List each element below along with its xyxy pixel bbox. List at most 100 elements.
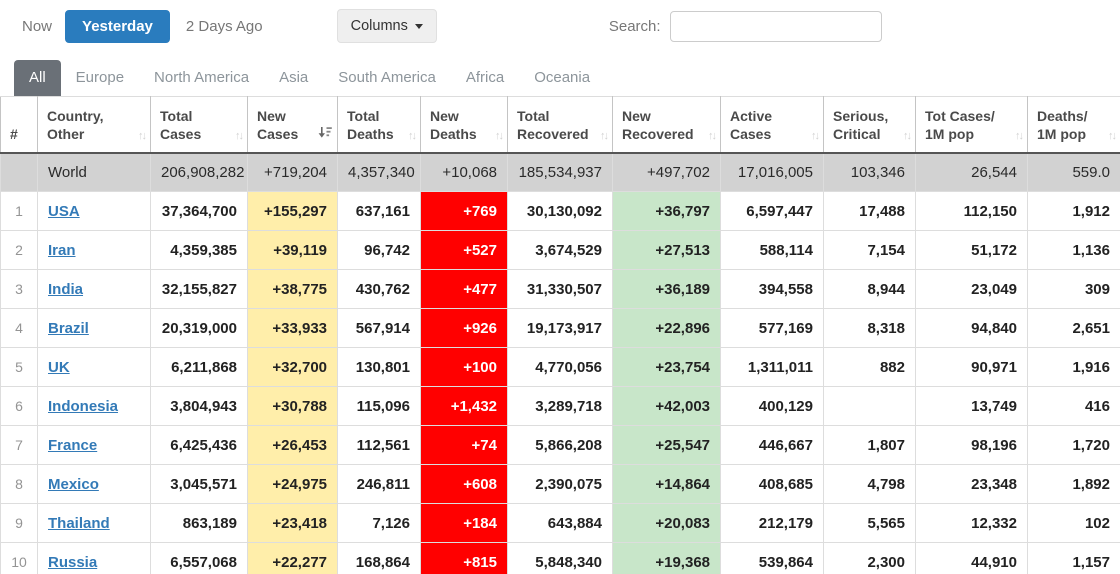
sort-both-icon: ↑↓ (1108, 129, 1117, 142)
cell-new_deaths: +926 (420, 308, 508, 348)
cell-rank: 3 (0, 269, 38, 309)
column-header-tot_cases_1m[interactable]: Tot Cases/1M pop ↑↓ (915, 96, 1028, 154)
cell-tot_cases_1m: 44,910 (915, 542, 1028, 574)
cell-new_cases: +24,975 (247, 464, 338, 504)
table-row: 9 Thailand 863,189 +23,418 7,126 +184 643,884 +… (0, 503, 1120, 543)
column-header-total_cases[interactable]: Total Cases ↑↓ (150, 96, 248, 154)
cell-deaths_1m: 2,651 (1027, 308, 1120, 348)
cell-total_cases: 6,425,436 (150, 425, 248, 465)
cell-new_deaths: +815 (420, 542, 508, 574)
cell-serious_critical: 2,300 (823, 542, 916, 574)
cell-total_deaths: 96,742 (337, 230, 421, 270)
cell-new_deaths: +608 (420, 464, 508, 504)
tab-north-america[interactable]: North America (139, 60, 264, 96)
cell-tot_cases_1m: 23,348 (915, 464, 1028, 504)
column-header-total_deaths[interactable]: Total Deaths ↑↓ (337, 96, 421, 154)
cell-country: India (37, 269, 151, 309)
cell-total_deaths: 430,762 (337, 269, 421, 309)
column-header-serious_critical[interactable]: Serious, Critical ↑↓ (823, 96, 916, 154)
tab-asia[interactable]: Asia (264, 60, 323, 96)
column-header-active_cases[interactable]: Active Cases ↑↓ (720, 96, 824, 154)
column-header-total_recovered[interactable]: Total Recovered ↑↓ (507, 96, 613, 154)
cell-total_deaths: 637,161 (337, 191, 421, 231)
cell-deaths_1m: 1,916 (1027, 347, 1120, 387)
cell-total_recovered: 5,866,208 (507, 425, 613, 465)
column-header-new_cases[interactable]: New Cases (247, 96, 338, 154)
cell-new_cases: +23,418 (247, 503, 338, 543)
cell-serious_critical: 882 (823, 347, 916, 387)
cell-total_cases: 3,045,571 (150, 464, 248, 504)
cell-total_cases: 206,908,282 (150, 152, 248, 192)
column-header-deaths_1m[interactable]: Deaths/1M pop ↑↓ (1027, 96, 1120, 154)
cell-country: Indonesia (37, 386, 151, 426)
cell-active_cases: 6,597,447 (720, 191, 824, 231)
cell-new_recovered: +14,864 (612, 464, 721, 504)
column-header-label: Active Cases (730, 107, 773, 142)
time-filter-2-days-ago-button[interactable]: 2 Days Ago (176, 11, 273, 42)
column-header-new_deaths[interactable]: New Deaths ↑↓ (420, 96, 508, 154)
tab-europe[interactable]: Europe (61, 60, 139, 96)
time-filter-yesterday-button[interactable]: Yesterday (65, 9, 170, 43)
cell-deaths_1m: 309 (1027, 269, 1120, 309)
cell-total_deaths: 7,126 (337, 503, 421, 543)
cell-total_deaths: 130,801 (337, 347, 421, 387)
country-link[interactable]: Indonesia (48, 398, 118, 415)
world-row: World 206,908,282 +719,204 4,357,340 +10,068… (0, 152, 1120, 192)
cell-new_recovered: +42,003 (612, 386, 721, 426)
country-link[interactable]: UK (48, 359, 70, 376)
country-link[interactable]: France (48, 437, 97, 454)
column-header-country[interactable]: Country, Other ↑↓ (37, 96, 151, 154)
cell-tot_cases_1m: 90,971 (915, 347, 1028, 387)
country-link[interactable]: USA (48, 203, 80, 220)
tab-south-america[interactable]: South America (323, 60, 451, 96)
cell-new_cases: +33,933 (247, 308, 338, 348)
search-input[interactable] (669, 10, 882, 42)
cell-serious_critical: 1,807 (823, 425, 916, 465)
cell-country: Iran (37, 230, 151, 270)
cell-total_cases: 863,189 (150, 503, 248, 543)
cell-deaths_1m: 416 (1027, 386, 1120, 426)
table-row: 1 USA 37,364,700 +155,297 637,161 +769 30,130,… (0, 191, 1120, 231)
country-link[interactable]: Iran (48, 242, 76, 259)
cell-new_cases: +39,119 (247, 230, 338, 270)
cell-serious_critical: 7,154 (823, 230, 916, 270)
table-header-row: # Country, Other ↑↓ Total Cases ↑↓ New Cases Tota… (0, 96, 1120, 154)
cell-new_recovered: +23,754 (612, 347, 721, 387)
cell-active_cases: 577,169 (720, 308, 824, 348)
country-link[interactable]: Brazil (48, 320, 89, 337)
cell-total_cases: 4,359,385 (150, 230, 248, 270)
country-link[interactable]: Russia (48, 554, 97, 571)
cell-serious_critical: 8,318 (823, 308, 916, 348)
country-link[interactable]: Mexico (48, 476, 99, 493)
time-filter-now-button[interactable]: Now (12, 11, 62, 42)
cell-new_recovered: +19,368 (612, 542, 721, 574)
country-link[interactable]: India (48, 281, 83, 298)
cell-deaths_1m: 1,157 (1027, 542, 1120, 574)
cell-serious_critical: 4,798 (823, 464, 916, 504)
cell-deaths_1m: 1,720 (1027, 425, 1120, 465)
tab-all[interactable]: All (14, 60, 61, 96)
column-header-label: # (10, 125, 18, 142)
cell-serious_critical: 8,944 (823, 269, 916, 309)
cell-new_cases: +38,775 (247, 269, 338, 309)
cell-new_deaths: +184 (420, 503, 508, 543)
cell-country: World (37, 152, 151, 192)
cell-active_cases: 446,667 (720, 425, 824, 465)
cell-new_deaths: +527 (420, 230, 508, 270)
country-link[interactable]: Thailand (48, 515, 110, 532)
cell-rank: 1 (0, 191, 38, 231)
cell-rank: 4 (0, 308, 38, 348)
search-area: Search: (609, 10, 882, 42)
column-header-new_recovered[interactable]: New Recovered ↑↓ (612, 96, 721, 154)
cell-total_deaths: 246,811 (337, 464, 421, 504)
tab-oceania[interactable]: Oceania (519, 60, 605, 96)
columns-dropdown-button[interactable]: Columns (336, 9, 437, 43)
cell-new_recovered: +27,513 (612, 230, 721, 270)
caret-down-icon (414, 23, 423, 29)
cell-active_cases: 212,179 (720, 503, 824, 543)
sort-both-icon: ↑↓ (708, 129, 717, 142)
table-row: 2 Iran 4,359,385 +39,119 96,742 +527 3,674,529… (0, 230, 1120, 270)
tab-africa[interactable]: Africa (451, 60, 519, 96)
cell-total_cases: 32,155,827 (150, 269, 248, 309)
cell-new_cases: +30,788 (247, 386, 338, 426)
